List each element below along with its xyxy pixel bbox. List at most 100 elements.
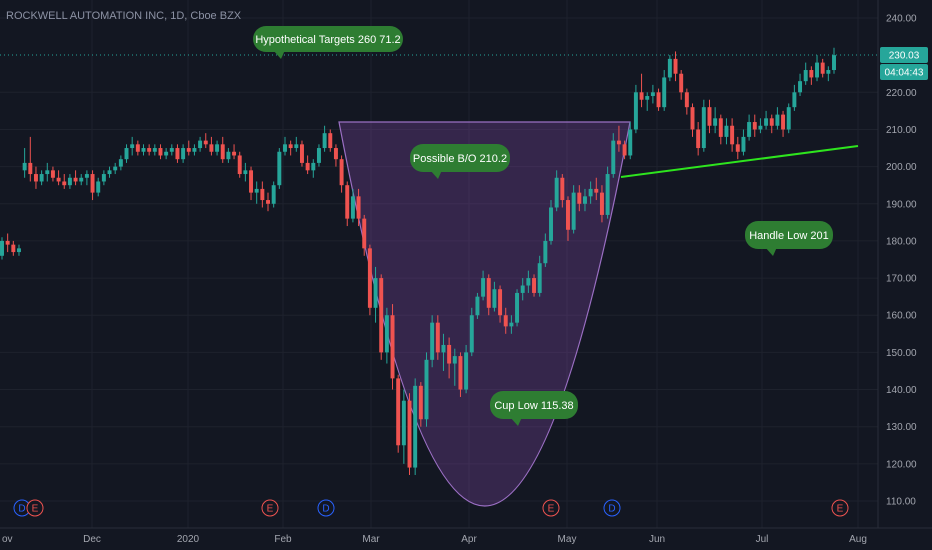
candle-body[interactable] bbox=[515, 292, 520, 323]
candle[interactable] bbox=[424, 352, 429, 427]
candle-body[interactable] bbox=[430, 322, 435, 360]
candle[interactable] bbox=[367, 244, 372, 316]
candle[interactable] bbox=[271, 181, 276, 208]
candle[interactable] bbox=[515, 289, 520, 327]
candle-body[interactable] bbox=[107, 170, 112, 175]
candle-body[interactable] bbox=[339, 159, 344, 186]
candle-body[interactable] bbox=[747, 122, 752, 137]
candle-body[interactable] bbox=[684, 92, 689, 108]
candle-body[interactable] bbox=[418, 385, 423, 420]
candle-body[interactable] bbox=[826, 70, 831, 74]
candle-body[interactable] bbox=[543, 240, 548, 264]
candle-body[interactable] bbox=[594, 188, 599, 193]
candle-body[interactable] bbox=[130, 144, 135, 149]
candle-body[interactable] bbox=[503, 315, 508, 327]
candle-body[interactable] bbox=[73, 177, 78, 182]
candle-body[interactable] bbox=[645, 96, 650, 100]
candle-body[interactable] bbox=[39, 174, 44, 182]
candle-body[interactable] bbox=[305, 162, 310, 171]
candle-body[interactable] bbox=[113, 166, 118, 171]
candle-body[interactable] bbox=[141, 148, 146, 152]
candle-body[interactable] bbox=[198, 140, 203, 149]
candle-body[interactable] bbox=[379, 278, 384, 353]
candle-body[interactable] bbox=[135, 144, 140, 152]
candle-body[interactable] bbox=[452, 356, 457, 364]
candle-body[interactable] bbox=[622, 144, 627, 156]
dividend-marker[interactable]: D bbox=[317, 499, 335, 517]
candle-body[interactable] bbox=[481, 278, 486, 297]
candle-body[interactable] bbox=[616, 140, 621, 145]
candle-body[interactable] bbox=[464, 352, 469, 390]
earnings-marker[interactable]: E bbox=[542, 499, 560, 517]
candle-body[interactable] bbox=[232, 151, 237, 156]
candle[interactable] bbox=[786, 103, 791, 134]
candle-body[interactable] bbox=[775, 114, 780, 126]
candle[interactable] bbox=[237, 151, 242, 178]
candle-body[interactable] bbox=[435, 322, 440, 353]
candle-body[interactable] bbox=[271, 185, 276, 204]
candle[interactable] bbox=[396, 374, 401, 453]
candle-body[interactable] bbox=[832, 55, 836, 71]
candle-body[interactable] bbox=[333, 148, 338, 160]
candle[interactable] bbox=[277, 148, 282, 189]
candle-body[interactable] bbox=[311, 162, 316, 171]
candle-body[interactable] bbox=[181, 148, 186, 160]
candle-body[interactable] bbox=[588, 188, 593, 197]
candle-body[interactable] bbox=[526, 278, 531, 286]
candle-body[interactable] bbox=[118, 159, 123, 167]
candle-body[interactable] bbox=[820, 62, 825, 74]
earnings-marker[interactable]: E bbox=[831, 499, 849, 517]
candle-body[interactable] bbox=[283, 144, 287, 152]
candle-body[interactable] bbox=[328, 133, 333, 149]
candle-body[interactable] bbox=[243, 170, 248, 175]
candle-body[interactable] bbox=[350, 196, 355, 219]
candle-body[interactable] bbox=[639, 92, 644, 100]
candle-body[interactable] bbox=[401, 400, 406, 446]
candle-body[interactable] bbox=[33, 174, 38, 182]
candle-body[interactable] bbox=[164, 151, 169, 156]
candle-body[interactable] bbox=[633, 92, 638, 130]
candle-body[interactable] bbox=[803, 70, 808, 82]
candle-body[interactable] bbox=[628, 129, 633, 156]
candle-body[interactable] bbox=[549, 207, 553, 241]
candle-body[interactable] bbox=[469, 315, 474, 353]
candle-body[interactable] bbox=[16, 248, 21, 253]
candle-body[interactable] bbox=[203, 140, 208, 145]
candle-body[interactable] bbox=[147, 148, 152, 152]
candle-body[interactable] bbox=[22, 162, 27, 171]
candle-body[interactable] bbox=[690, 107, 695, 130]
candle-body[interactable] bbox=[45, 170, 50, 175]
candle-body[interactable] bbox=[718, 118, 723, 137]
candle[interactable] bbox=[667, 55, 672, 82]
candle-body[interactable] bbox=[599, 192, 604, 215]
candle-body[interactable] bbox=[798, 81, 803, 93]
candle-body[interactable] bbox=[786, 107, 791, 130]
candle-body[interactable] bbox=[696, 129, 701, 149]
candle-body[interactable] bbox=[537, 263, 542, 293]
candle-body[interactable] bbox=[752, 122, 757, 130]
candle-body[interactable] bbox=[520, 285, 525, 293]
candle-body[interactable] bbox=[299, 144, 304, 163]
candle-body[interactable] bbox=[209, 144, 214, 152]
chart-root[interactable]: 110.00 120.00 130.00 140.00 150.00 160.00 170.… bbox=[0, 0, 932, 550]
candle-body[interactable] bbox=[169, 148, 174, 152]
candle-body[interactable] bbox=[215, 144, 220, 152]
candle-body[interactable] bbox=[441, 344, 446, 353]
candle-body[interactable] bbox=[220, 144, 225, 160]
candle-body[interactable] bbox=[447, 344, 452, 364]
candle-body[interactable] bbox=[124, 148, 129, 160]
candle[interactable] bbox=[475, 292, 480, 319]
candle-body[interactable] bbox=[322, 133, 327, 149]
candle[interactable] bbox=[413, 378, 418, 475]
candle-body[interactable] bbox=[781, 114, 786, 130]
candle-body[interactable] bbox=[458, 356, 463, 390]
candle-body[interactable] bbox=[367, 248, 372, 308]
candle-body[interactable] bbox=[101, 174, 106, 182]
candle-body[interactable] bbox=[656, 92, 661, 108]
candle-body[interactable] bbox=[679, 73, 684, 93]
candle-body[interactable] bbox=[509, 322, 514, 327]
candle-body[interactable] bbox=[566, 200, 570, 230]
candle-body[interactable] bbox=[294, 144, 299, 149]
earnings-marker[interactable]: E bbox=[26, 499, 44, 517]
candle-body[interactable] bbox=[373, 278, 378, 308]
